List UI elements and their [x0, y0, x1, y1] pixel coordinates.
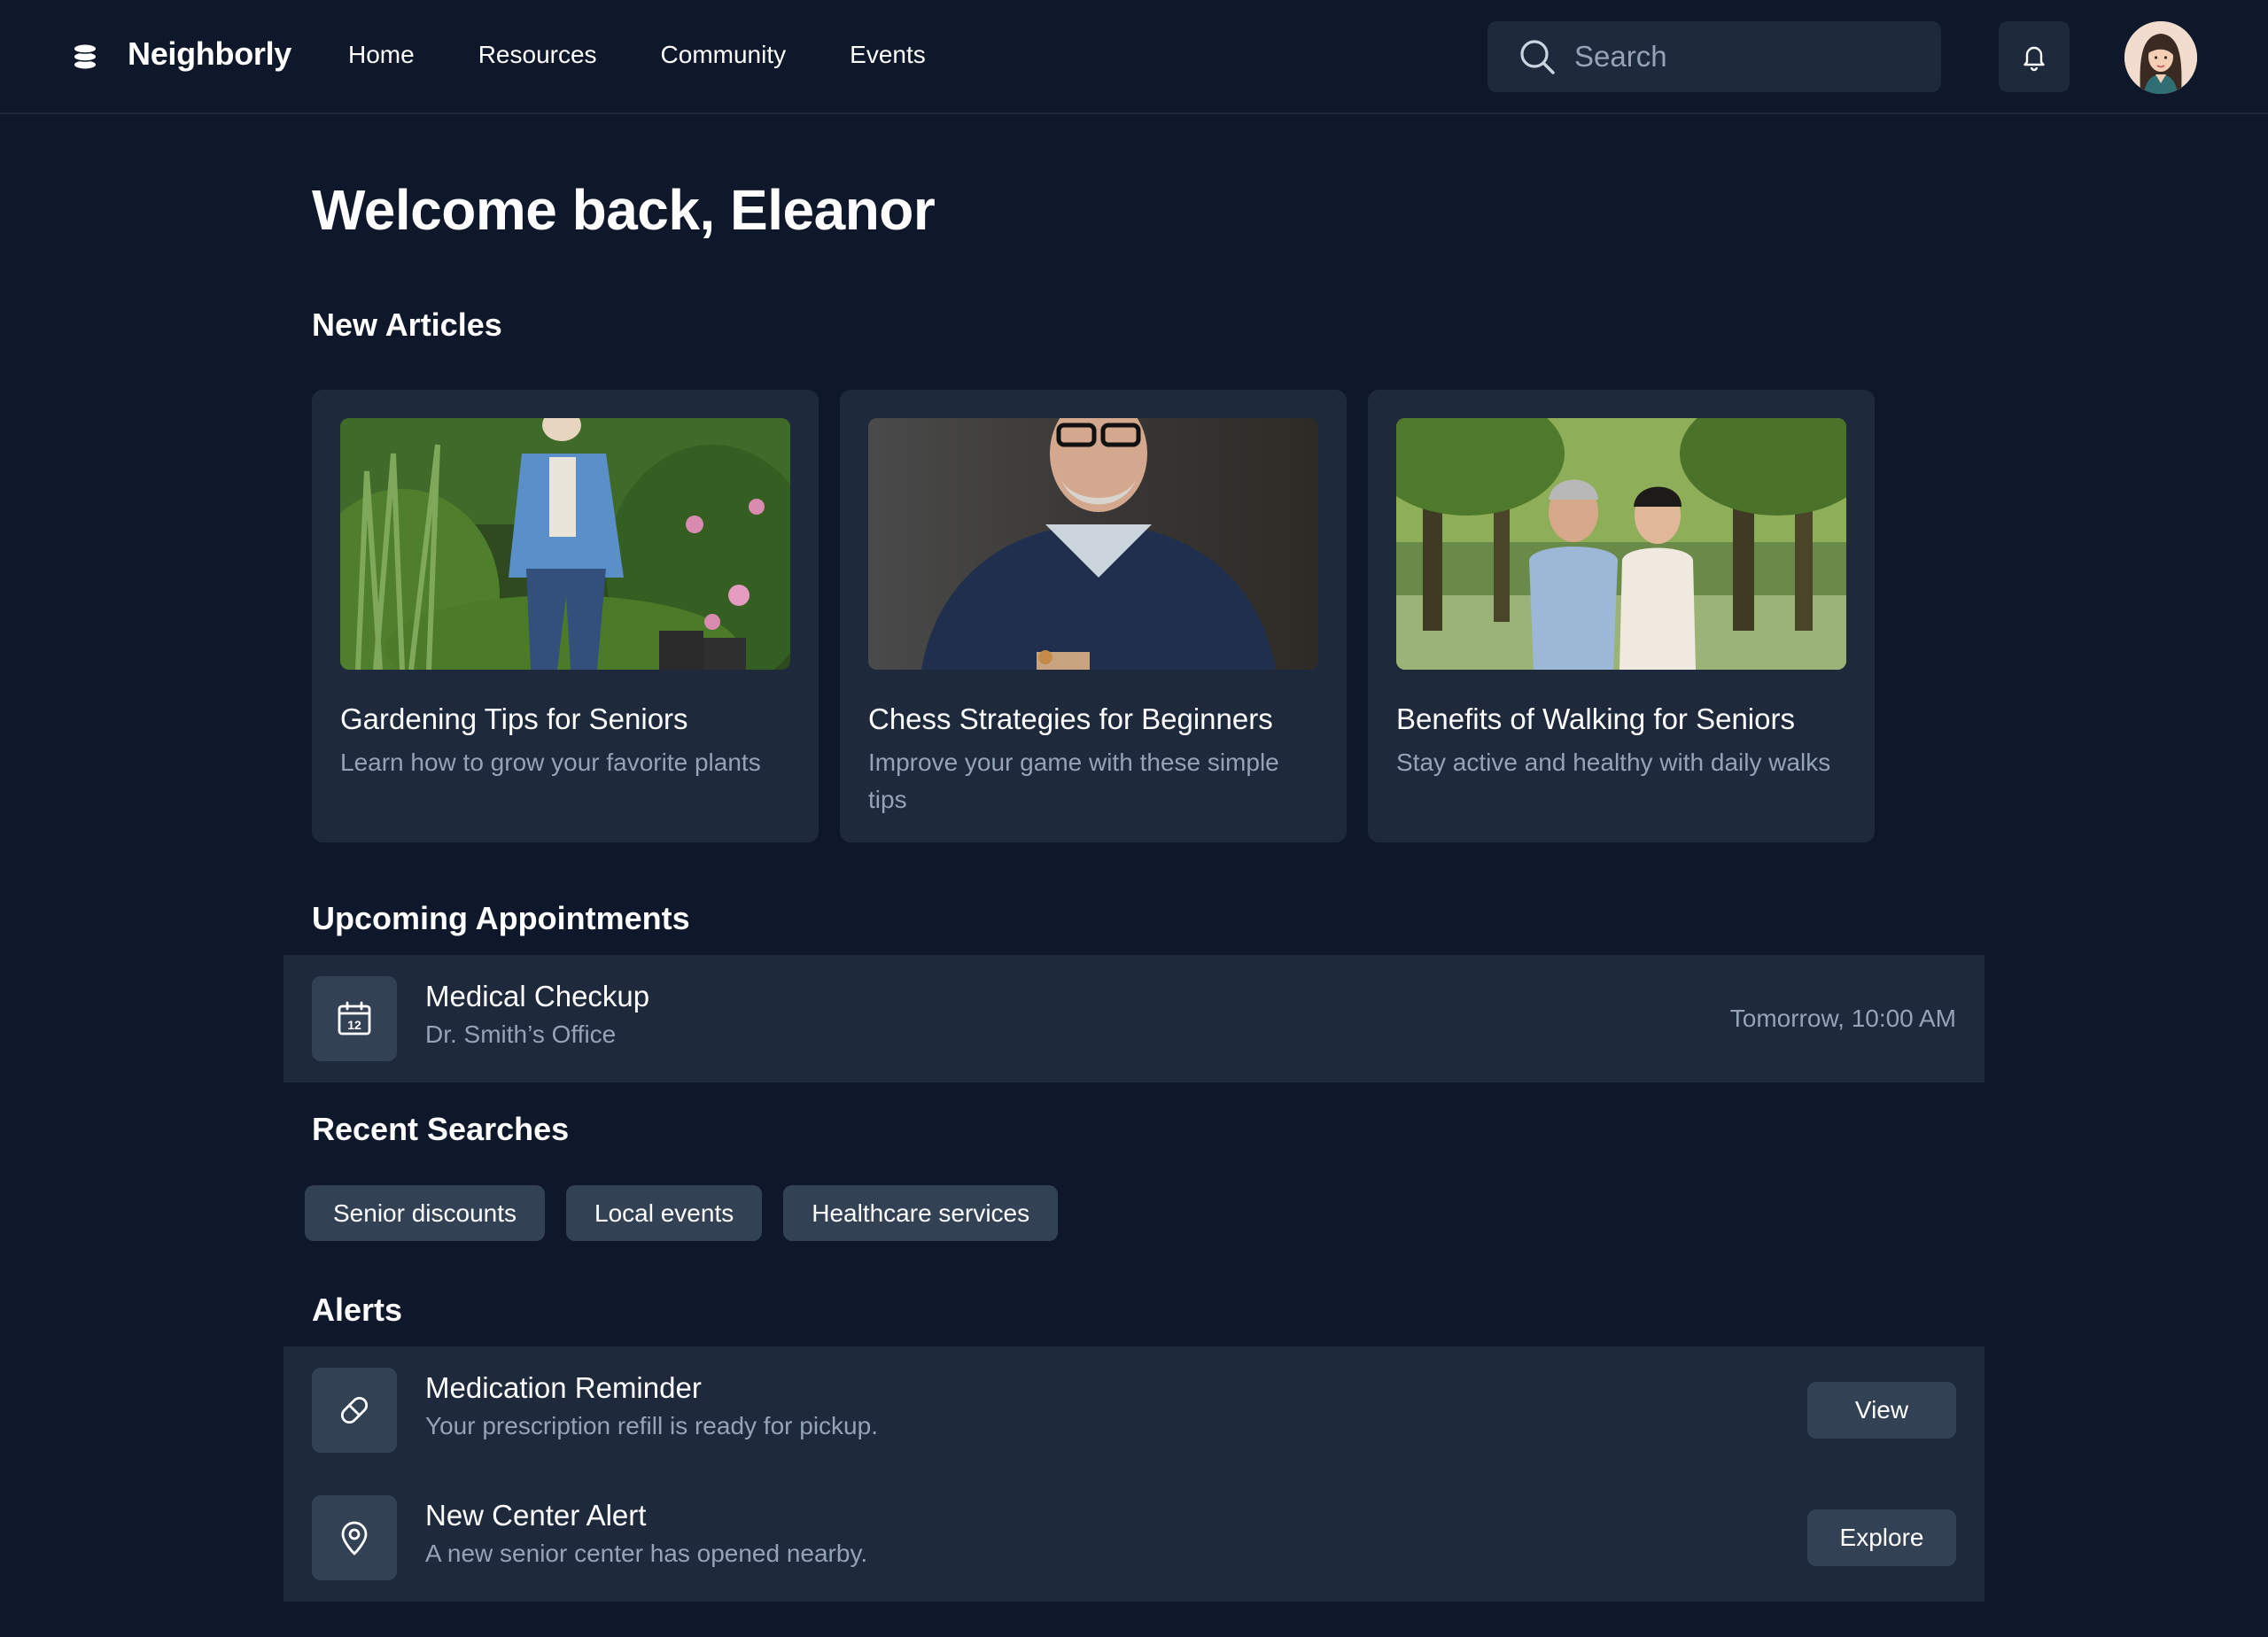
stack-logo-icon[interactable]	[71, 43, 99, 71]
user-avatar-image	[2124, 21, 2197, 94]
article-card-walking[interactable]: Benefits of Walking for Seniors Stay act…	[1368, 390, 1875, 842]
search-box[interactable]	[1487, 21, 1941, 92]
article-card-chess[interactable]: Chess Strategies for Beginners Improve y…	[840, 390, 1347, 842]
article-description: Stay active and healthy with daily walks	[1396, 748, 1831, 776]
calendar-icon: 12	[312, 976, 397, 1061]
top-navigation-bar: Neighborly Home Resources Community Even…	[0, 0, 2268, 114]
new-articles-heading: New Articles	[312, 306, 502, 343]
alerts-list: Medication Reminder Your prescription re…	[284, 1346, 1984, 1602]
upcoming-appointments-heading: Upcoming Appointments	[312, 900, 690, 936]
alert-item-new-center: New Center Alert A new senior center has…	[284, 1474, 1984, 1602]
search-icon	[1520, 40, 1555, 74]
calendar-day: 12	[347, 1018, 361, 1032]
chess-player-photo	[868, 418, 1318, 670]
nav-resources[interactable]: Resources	[478, 41, 597, 69]
explore-button[interactable]: Explore	[1807, 1509, 1956, 1566]
appointment-time: Tomorrow, 10:00 AM	[1729, 1005, 1956, 1032]
article-description: Improve your game with these simple tips	[868, 748, 1279, 813]
article-title: Gardening Tips for Seniors	[340, 702, 688, 735]
gardening-photo	[340, 418, 790, 670]
map-pin-icon	[312, 1495, 397, 1580]
main-nav: Home Resources Community Events	[348, 41, 990, 69]
alert-title: New Center Alert	[425, 1499, 647, 1532]
view-button[interactable]: View	[1807, 1382, 1956, 1439]
article-title: Benefits of Walking for Seniors	[1396, 702, 1795, 735]
article-title: Chess Strategies for Beginners	[868, 702, 1273, 735]
search-chip-local-events[interactable]: Local events	[566, 1185, 763, 1241]
bell-icon	[2023, 46, 2045, 72]
walking-couple-photo	[1396, 418, 1846, 670]
search-input[interactable]	[1574, 40, 1911, 74]
appointments-list: 12 Medical Checkup Dr. Smith’s Office To…	[284, 955, 1984, 1082]
search-chip-healthcare-services[interactable]: Healthcare services	[783, 1185, 1059, 1241]
appointment-location: Dr. Smith’s Office	[425, 1020, 617, 1048]
appointment-title: Medical Checkup	[425, 980, 650, 1012]
nav-home[interactable]: Home	[348, 41, 415, 69]
nav-events[interactable]: Events	[850, 41, 926, 69]
alert-description: Your prescription refill is ready for pi…	[425, 1412, 878, 1439]
search-chip-senior-discounts[interactable]: Senior discounts	[305, 1185, 546, 1241]
recent-search-chips: Senior discounts Local events Healthcare…	[305, 1185, 1059, 1241]
alert-item-medication: Medication Reminder Your prescription re…	[284, 1346, 1984, 1474]
article-description: Learn how to grow your favorite plants	[340, 748, 761, 776]
alert-title: Medication Reminder	[425, 1371, 702, 1404]
pill-icon	[312, 1368, 397, 1453]
welcome-heading: Welcome back, Eleanor	[312, 178, 936, 242]
alert-description: A new senior center has opened nearby.	[425, 1540, 868, 1567]
notifications-button[interactable]	[1999, 21, 2070, 92]
brand-name[interactable]: Neighborly	[128, 35, 291, 73]
avatar[interactable]	[2124, 21, 2197, 94]
appointment-item[interactable]: 12 Medical Checkup Dr. Smith’s Office To…	[284, 955, 1984, 1082]
article-cards: Gardening Tips for Seniors Learn how to …	[312, 390, 1875, 842]
recent-searches-heading: Recent Searches	[312, 1111, 570, 1147]
article-card-gardening[interactable]: Gardening Tips for Seniors Learn how to …	[312, 390, 819, 842]
nav-community[interactable]: Community	[661, 41, 787, 69]
alerts-heading: Alerts	[312, 1292, 403, 1328]
